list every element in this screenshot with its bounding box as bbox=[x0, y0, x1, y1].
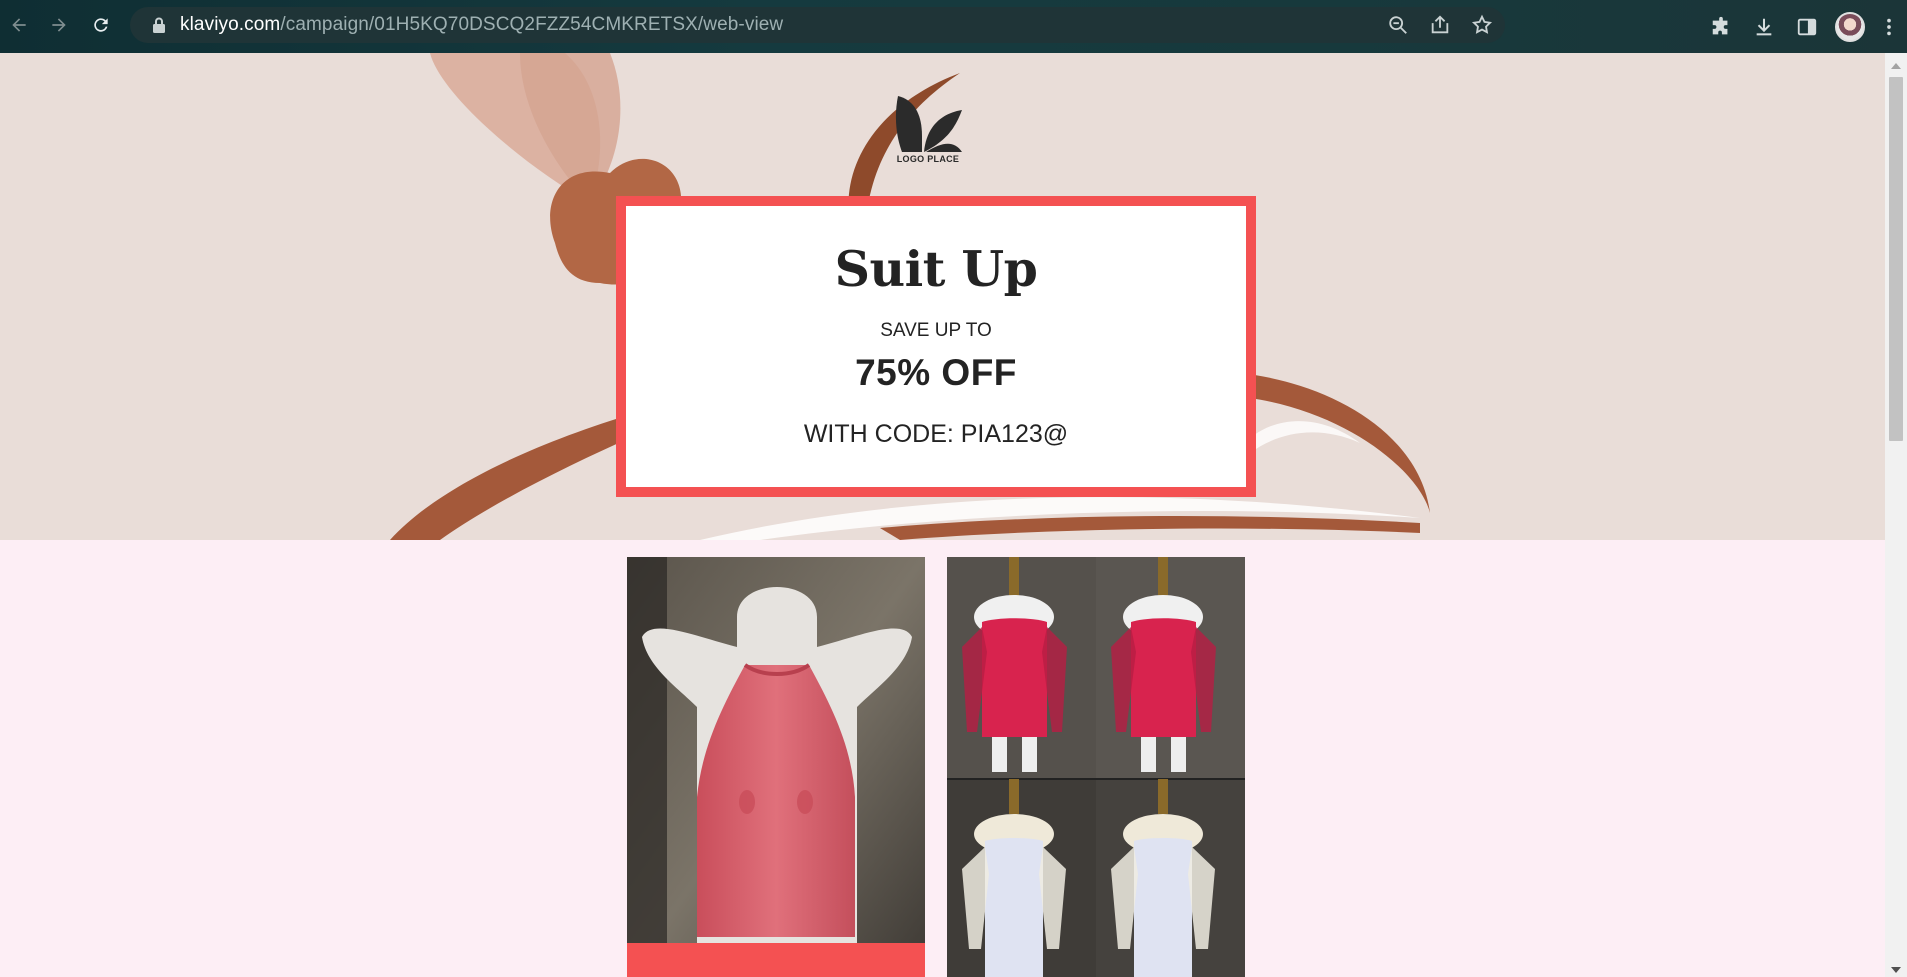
hero-banner: LOGO PLACE Suit Up SAVE UP TO 75% OFF WI… bbox=[0, 53, 1885, 540]
reload-button[interactable] bbox=[82, 6, 120, 44]
extensions-button[interactable] bbox=[1699, 0, 1742, 53]
avatar bbox=[1834, 11, 1865, 42]
page-viewport: LOGO PLACE Suit Up SAVE UP TO 75% OFF WI… bbox=[0, 53, 1885, 977]
lock-icon bbox=[153, 17, 165, 33]
star-icon[interactable] bbox=[1471, 14, 1493, 36]
url-text: klaviyo.com/campaign/01H5KQ70DSCQ2FZZ54C… bbox=[180, 14, 784, 35]
promo-title: Suit Up bbox=[834, 240, 1038, 298]
product-image-halter-top[interactable] bbox=[627, 557, 925, 977]
promo-code: WITH CODE: PIA123@ bbox=[803, 420, 1069, 448]
promo-save-text: SAVE UP TO bbox=[880, 320, 992, 341]
scroll-thumb[interactable] bbox=[1889, 77, 1903, 441]
product-photo bbox=[947, 557, 1245, 977]
share-icon[interactable] bbox=[1429, 14, 1451, 36]
profile-button[interactable] bbox=[1828, 0, 1871, 53]
download-button[interactable] bbox=[1742, 0, 1785, 53]
menu-button[interactable] bbox=[1871, 0, 1907, 53]
logo-icon bbox=[895, 96, 962, 152]
side-panel-icon bbox=[1797, 18, 1816, 35]
side-panel-button[interactable] bbox=[1785, 0, 1828, 53]
product-cta-bar[interactable] bbox=[627, 943, 925, 977]
reload-icon bbox=[94, 18, 108, 32]
extensions-icon bbox=[1712, 16, 1727, 34]
address-bar[interactable]: klaviyo.com/campaign/01H5KQ70DSCQ2FZZ54C… bbox=[130, 7, 1505, 43]
browser-toolbar: klaviyo.com/campaign/01H5KQ70DSCQ2FZZ54C… bbox=[0, 0, 1907, 53]
product-grid bbox=[0, 540, 1885, 977]
brand-logo: LOGO PLACE bbox=[891, 96, 965, 168]
vertical-scrollbar[interactable] bbox=[1885, 53, 1907, 977]
download-icon bbox=[1756, 18, 1771, 35]
logo-text: LOGO PLACE bbox=[896, 154, 960, 164]
scroll-up-icon[interactable] bbox=[1891, 63, 1901, 69]
promo-box: Suit Up SAVE UP TO 75% OFF WITH CODE: PI… bbox=[616, 196, 1256, 497]
back-icon bbox=[12, 18, 26, 32]
forward-button[interactable] bbox=[40, 6, 78, 44]
promo-discount: 75% OFF bbox=[855, 352, 1017, 393]
product-photo bbox=[627, 557, 925, 977]
forward-icon bbox=[52, 18, 66, 32]
scroll-down-icon[interactable] bbox=[1891, 967, 1901, 973]
product-image-mesh-dress[interactable] bbox=[947, 557, 1245, 977]
back-button[interactable] bbox=[0, 6, 38, 44]
menu-icon bbox=[1887, 18, 1891, 35]
zoom-icon[interactable] bbox=[1387, 14, 1409, 36]
